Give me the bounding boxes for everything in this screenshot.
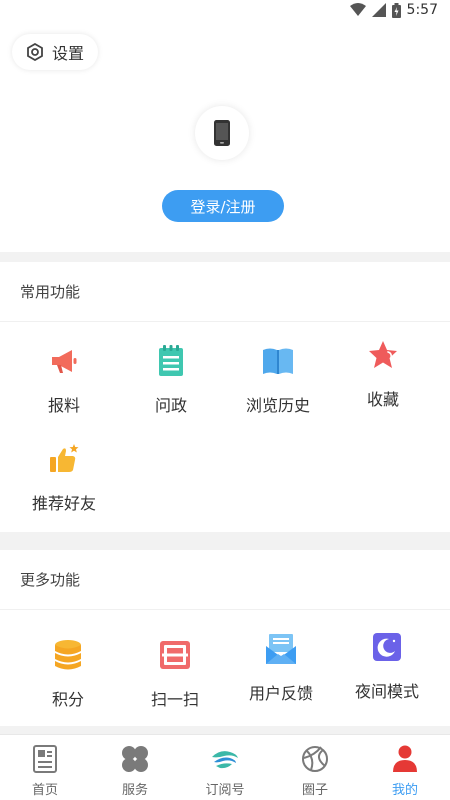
function-label: 报料	[47, 396, 80, 415]
function-favorites[interactable]: 收藏	[327, 326, 439, 424]
function-label: 浏览历史	[245, 396, 310, 415]
clock: 5:57	[406, 2, 438, 18]
function-points[interactable]: 积分	[12, 626, 124, 724]
profile-header: 设置 登录/注册	[0, 20, 450, 252]
coins-icon	[55, 640, 81, 670]
function-label: 用户反馈	[248, 684, 313, 703]
function-label: 扫一扫	[150, 690, 199, 709]
bottom-tab-bar: 首页 服务 订阅号 圈子 我的	[0, 734, 450, 800]
wifi-icon	[349, 3, 366, 16]
section-title: 更多功能	[0, 550, 450, 610]
status-icons: 5:57	[349, 1, 438, 19]
settings-hexagon-icon	[27, 43, 43, 61]
function-recommend[interactable]: 推荐好友	[8, 430, 120, 528]
tab-mine[interactable]: 我的	[360, 735, 450, 800]
thumbs-up-icon	[50, 444, 79, 472]
function-feedback[interactable]: 用户反馈	[225, 620, 337, 718]
status-bar: 5:57	[0, 0, 450, 20]
login-register-button[interactable]: 登录/注册	[162, 190, 284, 222]
phone-icon	[214, 120, 230, 146]
moon-icon	[373, 633, 401, 661]
section-title: 常用功能	[0, 262, 450, 322]
tab-label: 我的	[391, 783, 418, 798]
open-book-icon	[263, 348, 293, 374]
newspaper-icon	[33, 745, 57, 773]
function-label: 推荐好友	[31, 494, 96, 513]
subscription-logo-icon	[212, 751, 238, 769]
settings-button[interactable]: 设置	[12, 34, 98, 70]
feedback-envelope-icon	[266, 634, 296, 664]
tab-home[interactable]: 首页	[0, 735, 90, 800]
circle-icon	[302, 746, 328, 772]
megaphone-icon	[52, 350, 77, 373]
star-icon	[369, 341, 397, 368]
function-label: 夜间模式	[354, 682, 419, 701]
avatar[interactable]	[195, 106, 249, 160]
function-label: 收藏	[366, 390, 399, 409]
tab-circle[interactable]: 圈子	[270, 735, 360, 800]
tab-label: 订阅号	[205, 783, 245, 798]
function-label: 问政	[154, 396, 187, 415]
function-night-mode[interactable]: 夜间模式	[331, 618, 443, 716]
function-baoliao[interactable]: 报料	[8, 332, 120, 430]
common-functions-section: 常用功能 报料 问政 浏览历史 收藏 推荐好友	[0, 262, 450, 532]
function-label: 积分	[51, 690, 84, 709]
more-functions-section: 更多功能 积分 扫一扫 用户反馈 夜间模式	[0, 550, 450, 726]
scan-icon	[160, 641, 190, 669]
tab-label: 首页	[31, 783, 58, 798]
function-history[interactable]: 浏览历史	[222, 332, 334, 430]
function-scan[interactable]: 扫一扫	[119, 626, 231, 724]
tab-subscriptions[interactable]: 订阅号	[180, 735, 270, 800]
tab-label: 服务	[121, 783, 148, 798]
settings-label: 设置	[52, 44, 85, 63]
battery-icon	[391, 2, 401, 18]
tab-label: 圈子	[301, 783, 328, 798]
signal-icon	[371, 3, 386, 17]
clover-icon	[122, 746, 148, 772]
notepad-icon	[159, 345, 183, 376]
function-wenzheng[interactable]: 问政	[115, 332, 227, 430]
user-icon	[393, 745, 417, 772]
tab-services[interactable]: 服务	[90, 735, 180, 800]
